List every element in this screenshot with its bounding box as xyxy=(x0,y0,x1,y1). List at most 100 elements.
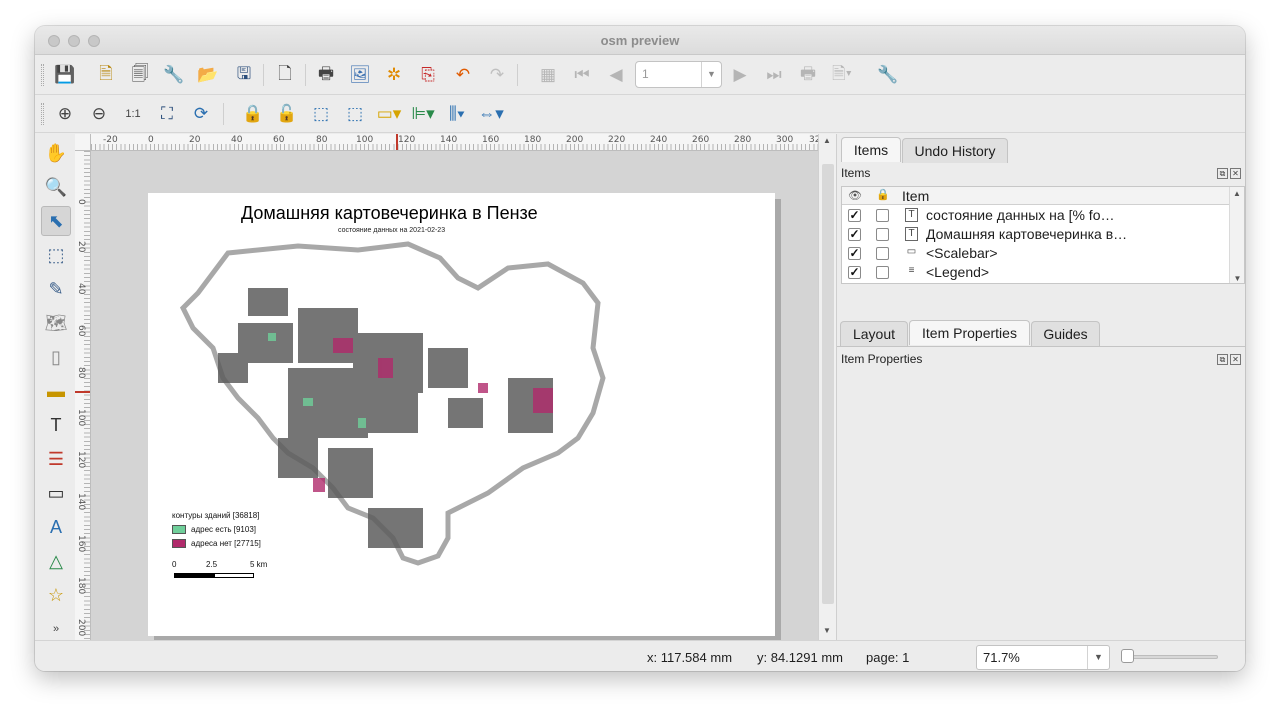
zoom-actual-icon[interactable]: 1:1 xyxy=(120,101,146,127)
add-label-icon[interactable]: T xyxy=(41,410,71,440)
lock-icon[interactable]: 🔒 xyxy=(240,101,266,127)
lock-column-icon[interactable]: 🔒 xyxy=(876,188,890,201)
tab-layout[interactable]: Layout xyxy=(840,321,908,346)
export-image-icon[interactable]: 🖼 xyxy=(347,62,373,88)
close-panel-icon[interactable]: ✕ xyxy=(1230,354,1241,365)
legend-title[interactable]: контуры зданий [36818] xyxy=(172,511,259,520)
add-shape-icon[interactable]: △ xyxy=(41,546,71,576)
add-picture-icon[interactable]: ▬ xyxy=(41,376,71,406)
lock-checkbox[interactable] xyxy=(876,209,889,222)
select-move-icon[interactable]: ⬉ xyxy=(41,206,71,236)
edit-nodes-icon[interactable]: ✎ xyxy=(41,274,71,304)
layout-manager-icon[interactable]: 🔧 xyxy=(161,62,187,88)
layout-canvas[interactable]: -20 0 20 40 60 80 100 120 140 160 180 20… xyxy=(75,134,836,640)
map-subtitle[interactable]: состояние данных на 2021-02-23 xyxy=(338,227,445,234)
print-icon[interactable]: 🖶 xyxy=(313,62,339,88)
open-template-icon[interactable]: 📂 xyxy=(195,62,221,88)
scroll-down-icon[interactable]: ▼ xyxy=(1230,274,1244,283)
ruler-label: 160 xyxy=(76,535,86,553)
add-3d-map-icon[interactable]: ▯ xyxy=(41,342,71,372)
save-icon[interactable]: 💾 xyxy=(52,62,78,88)
group-icon[interactable]: ⬚ xyxy=(308,101,334,127)
export-svg-icon[interactable]: ✲ xyxy=(381,62,407,88)
chevron-down-icon[interactable]: ▼ xyxy=(1087,646,1109,669)
save-template-icon[interactable]: 🖫 xyxy=(231,62,257,88)
move-content-icon[interactable]: ⬚ xyxy=(41,240,71,270)
redo-icon[interactable]: ↷ xyxy=(484,62,510,88)
column-item[interactable]: Item xyxy=(902,188,929,204)
ungroup-icon[interactable]: ⬚ xyxy=(342,101,368,127)
previous-feature-icon[interactable]: ◀ xyxy=(603,62,629,88)
distribute-icon[interactable]: ⫼▾ xyxy=(444,101,470,127)
pan-icon[interactable]: ✋ xyxy=(41,138,71,168)
refresh-icon[interactable]: ⟳ xyxy=(188,101,214,127)
map-title[interactable]: Домашняя картовечеринка в Пензе xyxy=(241,203,538,224)
ruler-corner xyxy=(75,134,91,151)
add-marker-icon[interactable]: ☆ xyxy=(41,580,71,610)
scalebar-labels: 0 2.5 5 km xyxy=(172,560,282,572)
table-row[interactable]: ✓ ▭ <Scalebar> xyxy=(842,244,1230,263)
lock-checkbox[interactable] xyxy=(876,266,889,279)
undo-icon[interactable]: ↶ xyxy=(450,62,476,88)
new-layout-icon[interactable]: 🗎 xyxy=(93,62,119,88)
scroll-down-icon[interactable]: ▼ xyxy=(823,626,831,635)
tab-undo-history[interactable]: Undo History xyxy=(902,138,1008,163)
lock-checkbox[interactable] xyxy=(876,228,889,241)
add-map-icon[interactable]: 🗺 xyxy=(41,308,71,338)
raise-icon[interactable]: ▭▾ xyxy=(376,101,402,127)
first-feature-icon[interactable]: ⏮ xyxy=(569,62,595,88)
last-feature-icon[interactable]: ⏭ xyxy=(761,62,787,88)
atlas-preview-icon[interactable]: ▦ xyxy=(535,62,561,88)
zoom-slider-handle[interactable] xyxy=(1121,649,1134,663)
zoom-tool-icon[interactable]: 🔍 xyxy=(41,172,71,202)
scroll-up-icon[interactable]: ▲ xyxy=(823,136,831,145)
export-atlas-icon[interactable]: 🗎▾ xyxy=(829,62,855,88)
table-row[interactable]: ✓ T состояние данных на [% fo… xyxy=(842,206,1230,225)
scroll-thumb[interactable] xyxy=(822,164,834,604)
zoom-slider[interactable] xyxy=(1122,655,1218,659)
ruler-label: 0 xyxy=(76,199,86,205)
new-page-icon[interactable]: 🗋 xyxy=(272,62,298,88)
add-legend-icon[interactable]: ☰ xyxy=(41,444,71,474)
canvas-vertical-scrollbar[interactable]: ▲ ▼ xyxy=(818,134,836,640)
scalebar[interactable] xyxy=(174,573,254,578)
print-atlas-icon[interactable]: 🖶 xyxy=(795,62,821,88)
layout-page[interactable]: Домашняя картовечеринка в Пензе состояни… xyxy=(148,193,775,636)
legend-item[interactable]: адрес есть [9103] xyxy=(172,525,256,534)
toolbar-grip[interactable] xyxy=(41,64,44,86)
duplicate-layout-icon[interactable]: 🗐 xyxy=(127,62,153,88)
table-row[interactable]: ✓ ≡ <Legend> xyxy=(842,263,1230,282)
eye-icon[interactable]: 👁 xyxy=(848,189,862,202)
tab-items[interactable]: Items xyxy=(841,137,901,162)
atlas-settings-icon[interactable]: 🔧 xyxy=(875,62,901,88)
ruler-label: 80 xyxy=(76,367,86,379)
zoom-out-icon[interactable]: ⊖ xyxy=(86,101,112,127)
next-feature-icon[interactable]: ▶ xyxy=(727,62,753,88)
close-panel-icon[interactable]: ✕ xyxy=(1230,168,1241,179)
chevron-down-icon[interactable]: ▼ xyxy=(701,62,721,87)
visibility-checkbox[interactable]: ✓ xyxy=(848,266,861,279)
tab-guides[interactable]: Guides xyxy=(1031,321,1100,346)
legend-swatch-magenta xyxy=(172,539,186,548)
add-scalebar-icon[interactable]: ▭ xyxy=(41,478,71,508)
items-scrollbar[interactable]: ▲ ▼ xyxy=(1229,187,1244,283)
add-north-arrow-icon[interactable]: A xyxy=(41,512,71,542)
scroll-up-icon[interactable]: ▲ xyxy=(1230,189,1244,198)
visibility-checkbox[interactable]: ✓ xyxy=(848,209,861,222)
zoom-in-icon[interactable]: ⊕ xyxy=(52,101,78,127)
zoom-full-icon[interactable]: ⛶ xyxy=(154,101,180,127)
horizontal-ruler: -20 0 20 40 60 80 100 120 140 160 180 20… xyxy=(91,134,818,151)
lock-checkbox[interactable] xyxy=(876,247,889,260)
visibility-checkbox[interactable]: ✓ xyxy=(848,247,861,260)
export-pdf-icon[interactable]: ⎘ xyxy=(415,62,441,88)
unlock-icon[interactable]: 🔓 xyxy=(274,101,300,127)
float-panel-icon[interactable]: ⧉ xyxy=(1217,168,1228,179)
resize-icon[interactable]: ⇔▾ xyxy=(478,101,504,127)
toolbar-grip[interactable] xyxy=(41,103,44,125)
visibility-checkbox[interactable]: ✓ xyxy=(848,228,861,241)
float-panel-icon[interactable]: ⧉ xyxy=(1217,354,1228,365)
table-row[interactable]: ✓ T Домашняя картовечеринка в… xyxy=(842,225,1230,244)
tab-item-properties[interactable]: Item Properties xyxy=(909,320,1030,345)
legend-item[interactable]: адреса нет [27715] xyxy=(172,539,261,548)
align-icon[interactable]: ⊫▾ xyxy=(410,101,436,127)
